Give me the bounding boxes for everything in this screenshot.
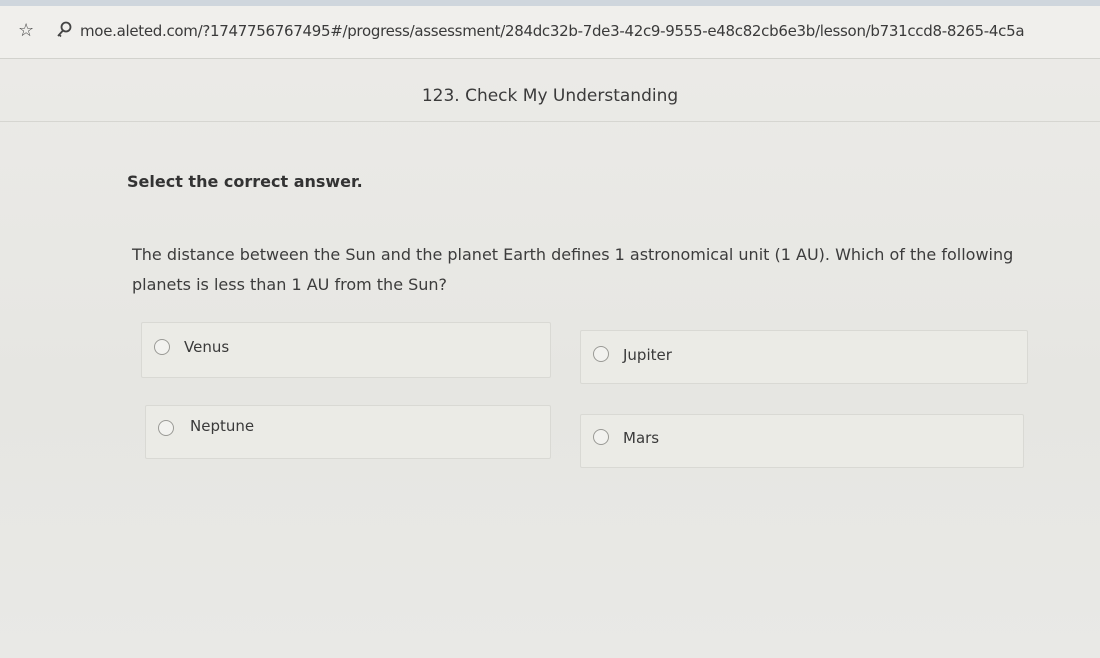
question-text: The distance between the Sun and the pla… xyxy=(132,245,1014,294)
radio-button[interactable] xyxy=(154,339,170,355)
answer-label: Venus xyxy=(184,338,230,356)
key-icon xyxy=(54,20,74,40)
lesson-header: 123. Check My Understanding xyxy=(0,59,1100,122)
radio-button[interactable] xyxy=(593,429,609,445)
answer-label: Jupiter xyxy=(623,346,672,364)
lesson-title: 123. Check My Understanding xyxy=(421,86,679,106)
bookmark-star-icon[interactable]: ☆ xyxy=(18,20,38,40)
answer-label: Neptune xyxy=(190,417,255,435)
question-instruction: Select the correct answer. xyxy=(127,172,363,191)
answer-choice-neptune[interactable]: Neptune xyxy=(145,405,551,459)
radio-button[interactable] xyxy=(593,346,609,362)
answer-label: Mars xyxy=(623,429,660,447)
answer-choice-venus[interactable]: Venus xyxy=(141,322,551,378)
url-text[interactable]: moe.aleted.com/?1747756767495#/progress/… xyxy=(80,22,1025,40)
answer-choice-jupiter[interactable]: Jupiter xyxy=(580,330,1028,384)
page: ☆ moe.aleted.com/?1747756767495#/progres… xyxy=(0,0,1100,658)
address-bar[interactable]: ☆ moe.aleted.com/?1747756767495#/progres… xyxy=(0,6,1100,59)
answer-choice-mars[interactable]: Mars xyxy=(580,414,1024,468)
radio-button[interactable] xyxy=(158,420,174,436)
